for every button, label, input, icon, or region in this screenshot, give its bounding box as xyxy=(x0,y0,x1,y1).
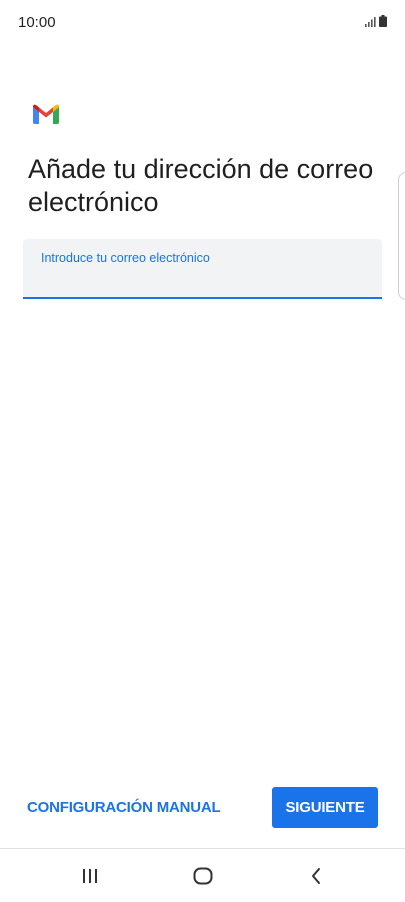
home-icon xyxy=(193,867,213,885)
status-bar: 10:00 xyxy=(0,0,405,46)
gmail-logo-icon xyxy=(33,104,59,124)
home-button[interactable] xyxy=(183,861,223,891)
recent-apps-icon xyxy=(83,869,97,883)
manual-config-button[interactable]: CONFIGURACIÓN MANUAL xyxy=(27,794,221,822)
battery-icon xyxy=(379,15,387,27)
edge-panel-handle[interactable] xyxy=(398,172,405,300)
email-field[interactable]: Introduce tu correo electrónico xyxy=(23,239,382,299)
navigation-bar xyxy=(0,848,405,902)
signal-icon xyxy=(365,17,376,27)
page-title: Añade tu dirección de correo electrónico xyxy=(28,154,374,217)
status-icons xyxy=(365,15,387,27)
status-time: 10:00 xyxy=(18,14,56,31)
next-button[interactable]: SIGUIENTE xyxy=(272,787,378,828)
back-icon xyxy=(312,868,320,884)
email-input[interactable] xyxy=(41,269,361,291)
recent-apps-button[interactable] xyxy=(70,861,110,891)
email-field-label: Introduce tu correo electrónico xyxy=(41,251,210,265)
back-button[interactable] xyxy=(296,861,336,891)
